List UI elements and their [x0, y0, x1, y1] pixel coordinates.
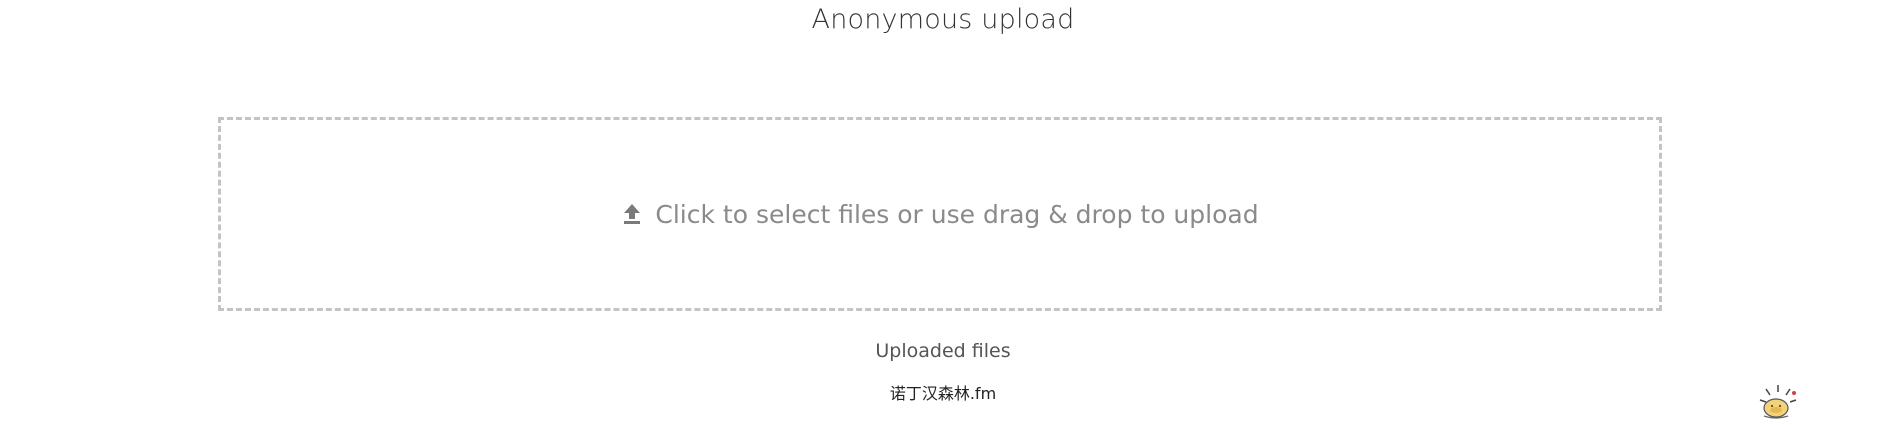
file-list-item: 诺丁汉森林.fm — [0, 380, 1886, 404]
dropzone-content: Click to select files or use drag & drop… — [621, 199, 1259, 229]
upload-icon — [621, 202, 643, 226]
uploaded-file-list: 诺丁汉森林.fm — [0, 380, 1886, 404]
uploaded-files-heading: Uploaded files — [875, 340, 1011, 362]
file-link[interactable]: 诺丁汉森林.fm — [890, 384, 996, 403]
page-title: Anonymous upload — [811, 4, 1075, 35]
dropzone-label: Click to select files or use drag & drop… — [655, 199, 1259, 229]
file-dropzone[interactable]: Click to select files or use drag & drop… — [218, 117, 1662, 311]
upload-page: Anonymous upload Click to select files o… — [0, 0, 1886, 425]
sun-mascot-icon[interactable] — [1756, 382, 1800, 420]
